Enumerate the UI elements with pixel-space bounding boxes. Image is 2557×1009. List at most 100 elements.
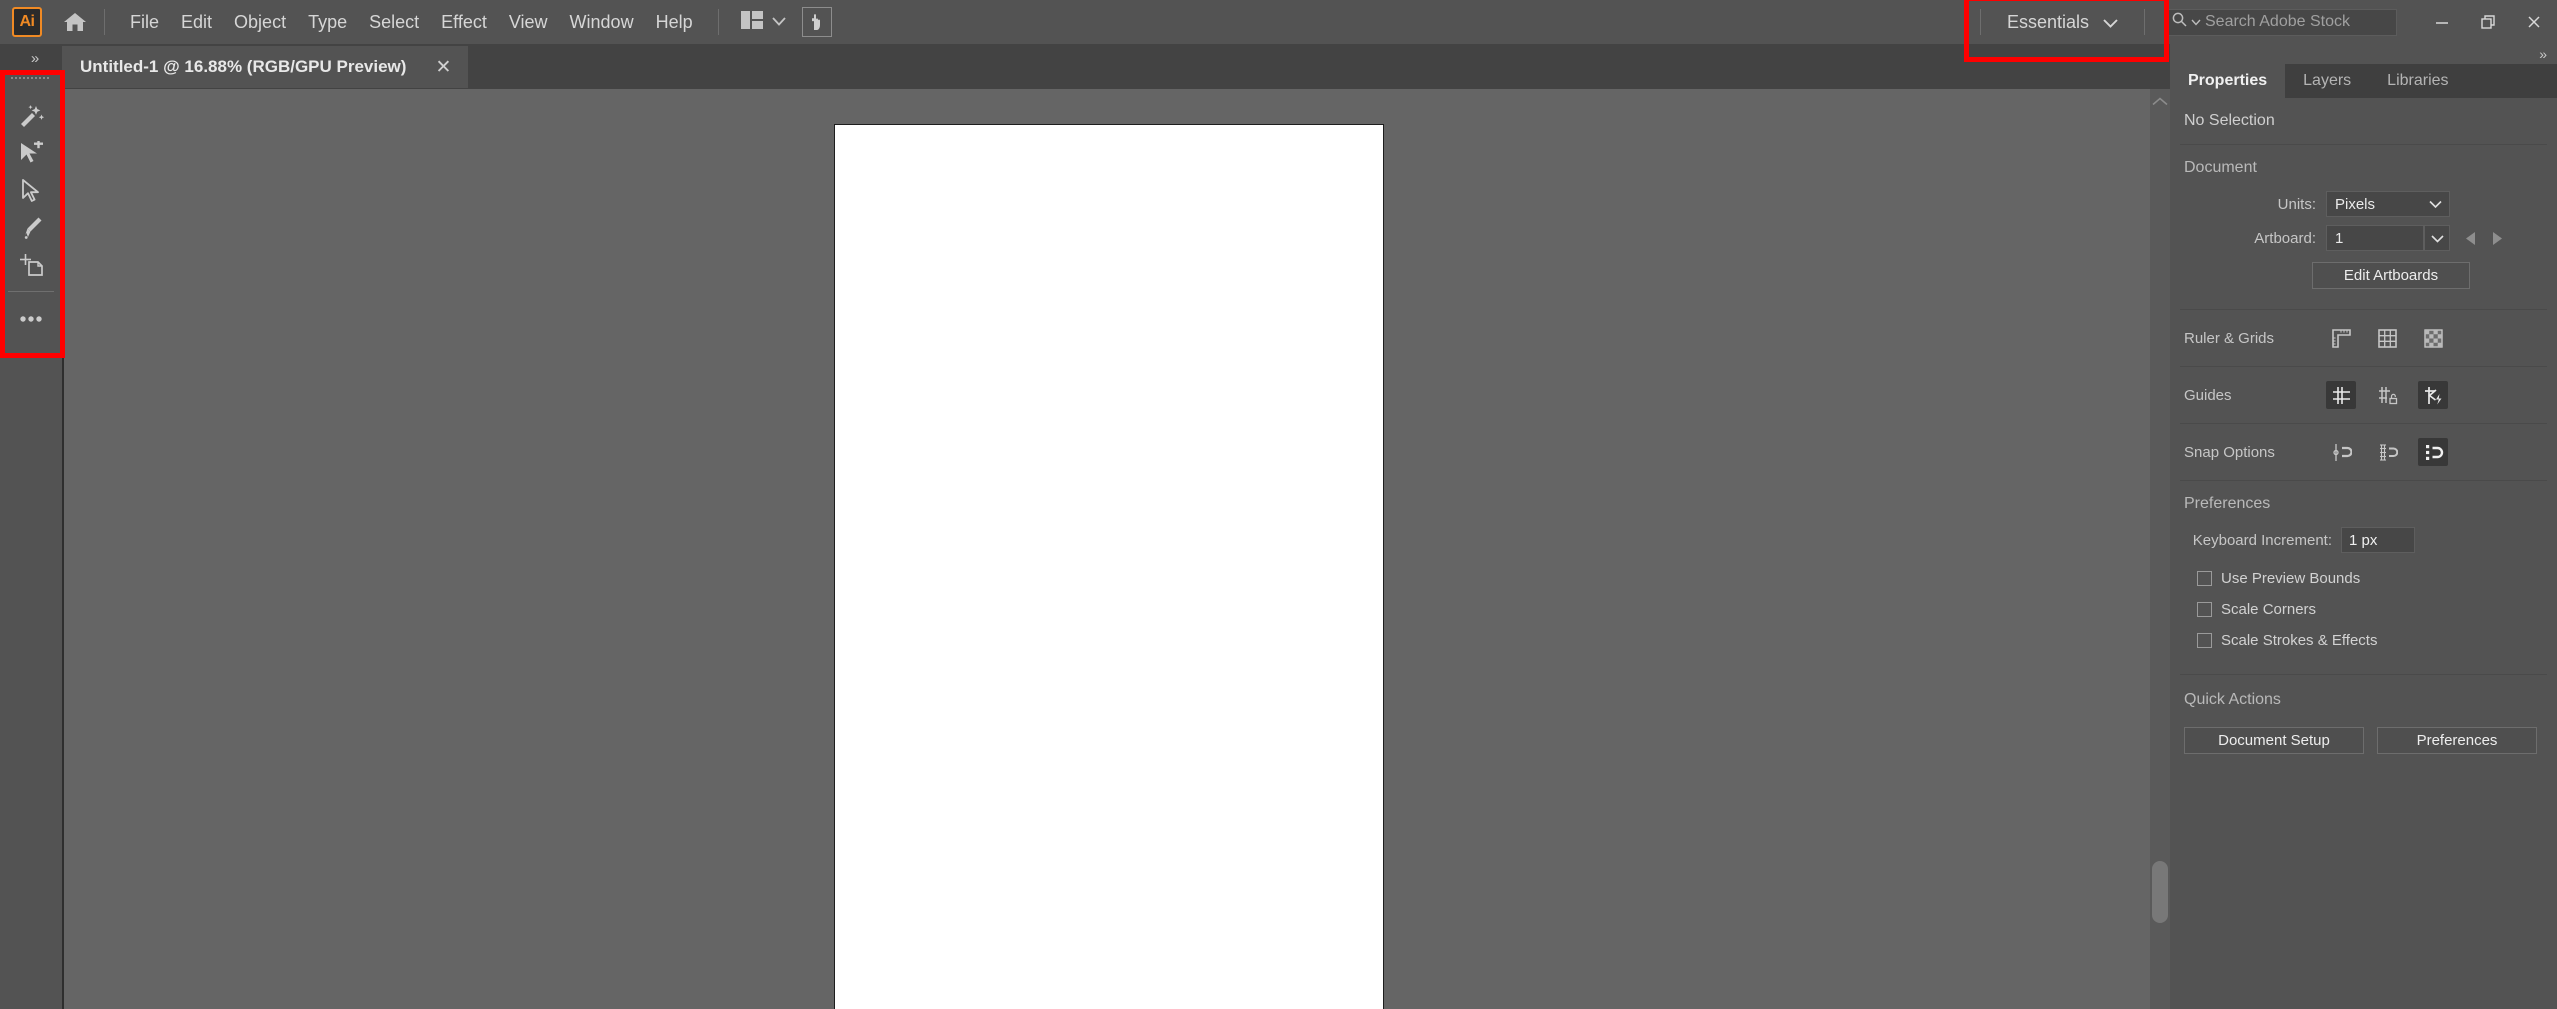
- show-guides-button[interactable]: [2326, 381, 2356, 409]
- ruler-grids-row: Ruler & Grids: [2170, 310, 2557, 366]
- quick-actions-row: Document Setup Preferences: [2170, 719, 2557, 761]
- snap-options-row: Snap Options: [2170, 424, 2557, 480]
- close-icon[interactable]: ✕: [432, 56, 454, 78]
- minimize-icon[interactable]: [2419, 0, 2465, 44]
- canvas-area[interactable]: [62, 89, 2170, 1009]
- drag-grip-icon[interactable]: [0, 72, 62, 84]
- checkbox-box: [2197, 571, 2212, 586]
- checkbox-box: [2197, 602, 2212, 617]
- artboard-row: Artboard: 1: [2170, 221, 2557, 255]
- quick-actions-section-label: Quick Actions: [2184, 691, 2281, 708]
- double-chevron-right-icon[interactable]: »: [6, 44, 64, 72]
- guides-label: Guides: [2184, 386, 2232, 404]
- illustrator-logo: Ai: [12, 7, 42, 37]
- artboard-tool[interactable]: [0, 246, 62, 283]
- document-section-label: Document: [2184, 159, 2257, 176]
- preferences-section-label: Preferences: [2184, 495, 2271, 512]
- edit-artboards-button[interactable]: Edit Artboards: [2312, 261, 2470, 289]
- menu-bar: Ai File Edit Object Type Select Effect V…: [0, 0, 2557, 44]
- panel-tabs-filler: [2466, 64, 2557, 98]
- smart-guides-button[interactable]: [2418, 381, 2448, 409]
- checkbox-box: [2197, 633, 2212, 648]
- menu-select[interactable]: Select: [358, 8, 430, 37]
- snap-to-grid-button[interactable]: [2372, 438, 2402, 466]
- close-icon[interactable]: [2511, 0, 2557, 44]
- panel-tab-strip: Properties Layers Libraries: [2170, 64, 2557, 98]
- snap-to-point-button[interactable]: [2326, 438, 2356, 466]
- menu-view[interactable]: View: [498, 8, 559, 37]
- direct-selection-add-tool[interactable]: [0, 135, 62, 172]
- preferences-button[interactable]: Preferences: [2377, 726, 2537, 754]
- menu-type[interactable]: Type: [297, 8, 358, 37]
- window-controls: [2419, 0, 2557, 44]
- restore-icon[interactable]: [2465, 0, 2511, 44]
- show-rulers-button[interactable]: [2326, 324, 2356, 352]
- double-chevron-right-icon[interactable]: »: [2539, 46, 2547, 62]
- lock-guides-button[interactable]: [2372, 381, 2402, 409]
- units-row: Units: Pixels: [2170, 187, 2557, 221]
- triangle-left-icon[interactable]: [2458, 231, 2484, 245]
- document-tab[interactable]: Untitled-1 @ 16.88% (RGB/GPU Preview) ✕: [62, 46, 469, 88]
- scrollbar-thumb[interactable]: [2152, 861, 2168, 923]
- units-label: Units:: [2277, 195, 2316, 213]
- keyboard-increment-label: Keyboard Increment:: [2192, 531, 2332, 549]
- document-setup-button[interactable]: Document Setup: [2184, 726, 2364, 754]
- home-icon[interactable]: [60, 7, 90, 37]
- selection-tool[interactable]: [0, 172, 62, 209]
- menu-divider-4: [2144, 9, 2145, 35]
- more-tools[interactable]: [0, 300, 62, 337]
- chevron-down-icon: [771, 13, 786, 31]
- magic-wand-tool[interactable]: [0, 98, 62, 135]
- menu-window[interactable]: Window: [559, 8, 645, 37]
- edit-artboards-row: Edit Artboards: [2170, 255, 2557, 295]
- artboard-value: 1: [2335, 229, 2344, 247]
- artboard-label: Artboard:: [2254, 229, 2316, 247]
- selection-status: No Selection: [2184, 112, 2275, 129]
- arrange-documents-button[interactable]: [733, 7, 794, 38]
- snap-options-label: Snap Options: [2184, 443, 2275, 461]
- pen-tool[interactable]: [0, 209, 62, 246]
- chevron-down-icon: [2429, 196, 2442, 213]
- menu-divider-2: [717, 9, 719, 35]
- keyboard-increment-row: Keyboard Increment: 1 px: [2170, 523, 2557, 557]
- menu-help[interactable]: Help: [645, 8, 704, 37]
- ruler-grids-label: Ruler & Grids: [2184, 329, 2275, 347]
- artboard-input[interactable]: 1: [2326, 225, 2424, 251]
- left-toolbar: [0, 72, 62, 1009]
- artboard-1[interactable]: [834, 124, 1384, 1009]
- artboard-dropdown-button[interactable]: [2424, 225, 2450, 251]
- use-preview-bounds-checkbox[interactable]: Use Preview Bounds: [2170, 563, 2557, 594]
- keyboard-increment-input[interactable]: 1 px: [2341, 527, 2415, 553]
- chevron-down-icon: [2430, 230, 2444, 247]
- tab-properties[interactable]: Properties: [2170, 64, 2286, 98]
- scale-corners-checkbox[interactable]: Scale Corners: [2170, 594, 2557, 625]
- right-panel: » Properties Layers Libraries No Selecti…: [2170, 44, 2557, 1009]
- show-grid-button[interactable]: [2372, 324, 2402, 352]
- search-placeholder: Search Adobe Stock: [2205, 13, 2350, 30]
- canvas-vertical-scrollbar[interactable]: [2150, 89, 2170, 1009]
- search-adobe-stock-input[interactable]: Search Adobe Stock: [2165, 8, 2397, 36]
- search-icon: [2172, 12, 2187, 32]
- menu-effect[interactable]: Effect: [430, 8, 498, 37]
- tab-libraries[interactable]: Libraries: [2369, 64, 2467, 98]
- chevron-down-icon[interactable]: [2191, 13, 2201, 31]
- menu-file[interactable]: File: [119, 8, 170, 37]
- chevron-down-icon: [2103, 12, 2118, 33]
- touch-workspace-icon[interactable]: [801, 7, 832, 37]
- units-select[interactable]: Pixels: [2326, 191, 2450, 217]
- menu-edit[interactable]: Edit: [170, 8, 223, 37]
- show-transparency-grid-button[interactable]: [2418, 324, 2448, 352]
- chevron-up-icon[interactable]: [2150, 89, 2170, 113]
- scale-strokes-effects-checkbox[interactable]: Scale Strokes & Effects: [2170, 625, 2557, 656]
- menu-divider-1: [104, 9, 105, 35]
- tab-layers[interactable]: Layers: [2285, 64, 2370, 98]
- menu-object[interactable]: Object: [223, 8, 297, 37]
- menu-divider-3: [1979, 9, 1981, 35]
- snap-to-pixel-button[interactable]: [2418, 438, 2448, 466]
- properties-panel-body: No Selection Document Units: Pixels Artb…: [2170, 98, 2557, 1009]
- triangle-right-icon[interactable]: [2484, 231, 2510, 245]
- workspace-label: Essentials: [2006, 11, 2089, 32]
- units-value: Pixels: [2335, 195, 2376, 213]
- essentials-workspace-switcher[interactable]: Essentials: [1995, 8, 2130, 37]
- scale-corners-label: Scale Corners: [2221, 601, 2317, 618]
